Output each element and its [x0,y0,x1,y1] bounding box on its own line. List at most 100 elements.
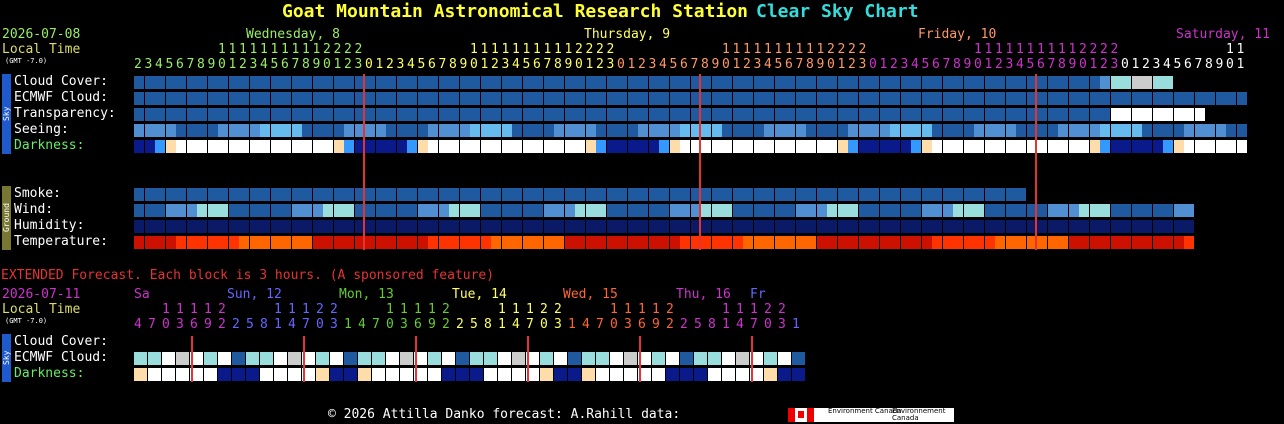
forecast-cell[interactable] [932,76,942,89]
forecast-cell[interactable] [785,140,795,153]
forecast-cell[interactable] [732,92,743,105]
forecast-cell[interactable] [480,220,491,233]
forecast-cell[interactable] [932,188,942,201]
forecast-cell[interactable] [1079,76,1089,89]
forecast-cell[interactable] [344,352,357,365]
forecast-cell[interactable] [953,124,963,137]
forecast-cell[interactable] [134,140,144,153]
forecast-cell[interactable] [449,124,459,137]
forecast-cell[interactable] [218,368,231,381]
forecast-cell[interactable] [785,204,795,217]
forecast-cell[interactable] [480,76,491,89]
forecast-cell[interactable] [995,124,1005,137]
forecast-cell[interactable] [848,236,858,249]
forecast-cell[interactable] [312,76,323,89]
forecast-cell[interactable] [974,140,984,153]
forecast-cell[interactable] [155,124,165,137]
forecast-cell[interactable] [281,124,291,137]
forecast-cell[interactable] [1110,236,1121,249]
forecast-cell[interactable] [921,76,932,89]
forecast-cell[interactable] [522,76,533,89]
forecast-cell[interactable] [1058,124,1068,137]
forecast-cell[interactable] [1163,76,1173,89]
forecast-cell[interactable] [386,204,396,217]
forecast-cell[interactable] [543,76,554,89]
forecast-cell[interactable] [501,204,512,217]
forecast-cell[interactable] [596,108,606,121]
forecast-cell[interactable] [396,140,407,153]
forecast-cell[interactable] [554,368,567,381]
forecast-cell[interactable] [375,76,386,89]
forecast-cell[interactable] [260,188,270,201]
forecast-cell[interactable] [218,92,228,105]
forecast-cell[interactable] [879,124,890,137]
forecast-cell[interactable] [827,124,837,137]
forecast-cell[interactable] [428,220,438,233]
forecast-cell[interactable] [596,368,609,381]
forecast-cell[interactable] [543,140,554,153]
forecast-cell[interactable] [1163,124,1173,137]
forecast-cell[interactable] [1005,236,1016,249]
forecast-cell[interactable] [239,92,249,105]
forecast-cell[interactable] [564,140,575,153]
forecast-cell[interactable] [585,76,596,89]
forecast-cell[interactable] [344,140,354,153]
forecast-cell[interactable] [165,220,176,233]
forecast-cell[interactable] [365,76,375,89]
forecast-cell[interactable] [428,352,441,365]
forecast-cell[interactable] [522,204,533,217]
forecast-cell[interactable] [753,236,764,249]
forecast-cell[interactable] [344,124,354,137]
forecast-cell[interactable] [246,352,259,365]
forecast-cell[interactable] [879,188,890,201]
forecast-cell[interactable] [498,368,511,381]
forecast-cell[interactable] [417,92,428,105]
forecast-cell[interactable] [459,236,470,249]
forecast-cell[interactable] [207,236,218,249]
forecast-cell[interactable] [1058,204,1068,217]
forecast-cell[interactable] [1058,236,1068,249]
forecast-cell[interactable] [417,76,428,89]
forecast-cell[interactable] [1089,204,1100,217]
forecast-cell[interactable] [459,188,470,201]
forecast-cell[interactable] [484,368,497,381]
forecast-cell[interactable] [585,124,596,137]
forecast-cell[interactable] [722,76,732,89]
forecast-cell[interactable] [816,140,827,153]
forecast-cell[interactable] [1184,236,1194,249]
forecast-cell[interactable] [281,76,291,89]
forecast-cell[interactable] [386,108,396,121]
forecast-cell[interactable] [323,236,333,249]
forecast-cell[interactable] [1215,124,1226,137]
forecast-cell[interactable] [606,140,617,153]
forecast-cell[interactable] [501,124,512,137]
forecast-cell[interactable] [207,108,218,121]
forecast-cell[interactable] [1068,140,1079,153]
forecast-cell[interactable] [428,204,438,217]
forecast-cell[interactable] [155,76,165,89]
forecast-cell[interactable] [1047,92,1058,105]
forecast-cell[interactable] [501,76,512,89]
forecast-cell[interactable] [407,108,417,121]
forecast-cell[interactable] [543,220,554,233]
forecast-cell[interactable] [197,108,207,121]
forecast-cell[interactable] [869,236,879,249]
forecast-cell[interactable] [827,236,837,249]
forecast-cell[interactable] [228,140,239,153]
forecast-cell[interactable] [330,368,343,381]
forecast-cell[interactable] [1079,124,1089,137]
forecast-cell[interactable] [564,204,575,217]
forecast-cell[interactable] [134,204,144,217]
forecast-cell[interactable] [449,92,459,105]
forecast-cell[interactable] [470,188,480,201]
forecast-cell[interactable] [1205,92,1215,105]
forecast-cell[interactable] [778,352,791,365]
forecast-cell[interactable] [501,108,512,121]
forecast-cell[interactable] [711,188,722,201]
forecast-cell[interactable] [1121,204,1131,217]
forecast-cell[interactable] [995,220,1005,233]
forecast-cell[interactable] [680,124,690,137]
forecast-cell[interactable] [186,124,197,137]
forecast-cell[interactable] [333,76,344,89]
forecast-cell[interactable] [606,92,617,105]
